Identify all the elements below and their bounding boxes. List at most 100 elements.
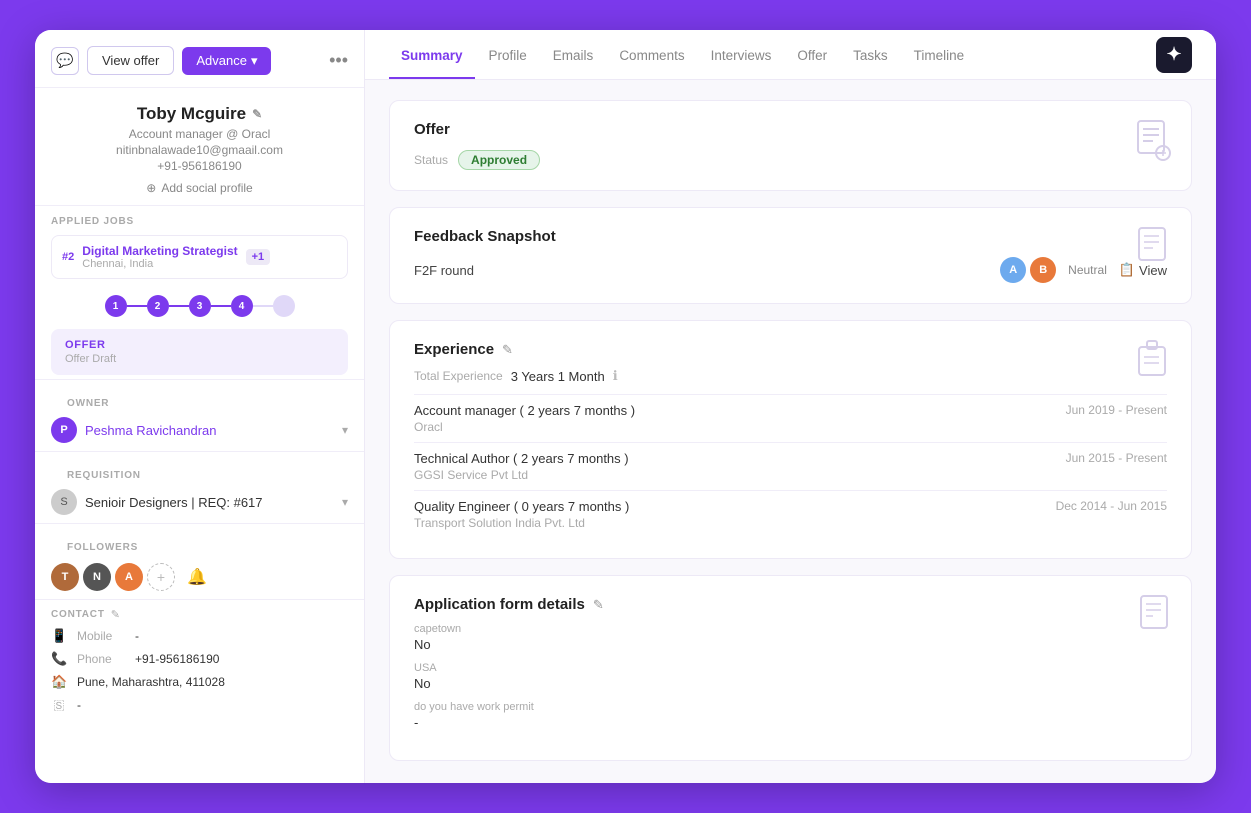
logo-area: ✦ bbox=[1156, 37, 1192, 73]
step-4: 4 bbox=[231, 295, 253, 317]
requisition-row[interactable]: S Senioir Designers | REQ: #617 ▾ bbox=[51, 489, 348, 515]
form-field-1: capetown No bbox=[414, 623, 1167, 652]
advance-button[interactable]: Advance ▾ bbox=[182, 47, 271, 75]
req-avatar: S bbox=[51, 489, 77, 515]
app-form-card-icon bbox=[1139, 594, 1173, 641]
more-button[interactable]: ••• bbox=[329, 50, 348, 71]
step-3: 3 bbox=[189, 295, 211, 317]
applied-jobs-label: APPLIED JOBS bbox=[35, 206, 364, 231]
step-line-2 bbox=[169, 305, 189, 307]
tab-offer[interactable]: Offer bbox=[785, 30, 839, 79]
feedback-avatar-2: B bbox=[1030, 257, 1056, 283]
exp-job-title-1: Account manager ( 2 years 7 months ) bbox=[414, 403, 635, 418]
step-line-4 bbox=[253, 305, 273, 307]
notification-bell-icon[interactable]: 🔔 bbox=[187, 567, 207, 587]
tab-profile[interactable]: Profile bbox=[477, 30, 539, 79]
view-offer-button[interactable]: View offer bbox=[87, 46, 174, 75]
feedback-round-label: F2F round bbox=[414, 263, 988, 278]
candidate-info: Toby Mcguire ✎ Account manager @ Oracl n… bbox=[35, 88, 364, 206]
step-5 bbox=[273, 295, 295, 317]
app-logo: ✦ bbox=[1156, 37, 1192, 73]
contact-edit-icon[interactable]: ✎ bbox=[111, 608, 120, 621]
followers-row: T N A + 🔔 bbox=[51, 563, 348, 591]
contact-label: CONTACT bbox=[51, 609, 105, 620]
exp-info-icon: ℹ bbox=[613, 368, 618, 384]
contact-mobile-value: - bbox=[135, 629, 139, 643]
offer-card-title: Offer bbox=[414, 121, 1167, 138]
mobile-icon: 📱 bbox=[51, 628, 67, 644]
candidate-title: Account manager @ Oracl bbox=[51, 127, 348, 141]
total-exp-label: Total Experience bbox=[414, 369, 503, 383]
form-field-label-3: do you have work permit bbox=[414, 701, 1167, 713]
status-badge: Approved bbox=[458, 150, 540, 170]
tab-timeline[interactable]: Timeline bbox=[902, 30, 977, 79]
advance-label: Advance bbox=[196, 53, 247, 68]
contact-mobile-label: Mobile bbox=[77, 629, 125, 643]
total-exp-value: 3 Years 1 Month bbox=[511, 369, 605, 384]
contact-phone-value: +91-956186190 bbox=[135, 652, 219, 666]
job-title: Digital Marketing Strategist bbox=[82, 244, 237, 258]
candidate-edit-icon[interactable]: ✎ bbox=[252, 107, 262, 121]
exp-entry-3-header: Quality Engineer ( 0 years 7 months ) De… bbox=[414, 499, 1167, 514]
add-social-icon: ⊕ bbox=[146, 181, 156, 195]
offer-badge-title: OFFER bbox=[65, 339, 334, 351]
contact-address-value: Pune, Maharashtra, 411028 bbox=[77, 675, 225, 689]
exp-entry-2: Technical Author ( 2 years 7 months ) Ju… bbox=[414, 442, 1167, 490]
follower-3: A bbox=[115, 563, 143, 591]
exp-company-1: Oracl bbox=[414, 420, 1167, 434]
progress-steps: 1 2 3 4 bbox=[35, 287, 364, 325]
form-field-label-1: capetown bbox=[414, 623, 1167, 635]
req-name: Senioir Designers | REQ: #617 bbox=[85, 495, 334, 510]
form-field-2: USA No bbox=[414, 662, 1167, 691]
add-social-profile[interactable]: ⊕ Add social profile bbox=[51, 181, 348, 195]
req-chevron-icon: ▾ bbox=[342, 495, 348, 509]
more-jobs-badge: +1 bbox=[246, 249, 271, 265]
left-panel: 💬 View offer Advance ▾ ••• Toby Mcguire … bbox=[35, 30, 365, 783]
total-exp-row: Total Experience 3 Years 1 Month ℹ bbox=[414, 368, 1167, 384]
exp-job-title-2: Technical Author ( 2 years 7 months ) bbox=[414, 451, 629, 466]
exp-entry-1: Account manager ( 2 years 7 months ) Jun… bbox=[414, 394, 1167, 442]
phone-icon: 📞 bbox=[51, 651, 67, 667]
owner-name: Peshma Ravichandran bbox=[85, 423, 334, 438]
tab-emails[interactable]: Emails bbox=[541, 30, 606, 79]
tab-summary[interactable]: Summary bbox=[389, 30, 475, 79]
owner-section: OWNER P Peshma Ravichandran ▾ bbox=[35, 379, 364, 451]
offer-card: Offer Status Approved bbox=[389, 100, 1192, 191]
applied-job-item[interactable]: #2 Digital Marketing Strategist Chennai,… bbox=[51, 235, 348, 279]
app-form-title-row: Application form details ✎ bbox=[414, 596, 1167, 613]
step-2: 2 bbox=[147, 295, 169, 317]
chat-icon[interactable]: 💬 bbox=[51, 47, 79, 75]
app-form-edit-icon[interactable]: ✎ bbox=[593, 597, 604, 613]
skype-icon: 🇸 bbox=[51, 697, 67, 713]
exp-header-row: Experience ✎ bbox=[414, 341, 1167, 358]
follower-2: N bbox=[83, 563, 111, 591]
owner-row[interactable]: P Peshma Ravichandran ▾ bbox=[51, 417, 348, 443]
exp-entry-2-header: Technical Author ( 2 years 7 months ) Ju… bbox=[414, 451, 1167, 466]
tab-comments[interactable]: Comments bbox=[607, 30, 696, 79]
contact-address-row: 🏠 Pune, Maharashtra, 411028 bbox=[51, 674, 348, 690]
feedback-card-icon bbox=[1137, 226, 1173, 273]
status-row: Status Approved bbox=[414, 150, 1167, 170]
feedback-avatar-1: A bbox=[1000, 257, 1026, 283]
right-panel: Summary Profile Emails Comments Intervie… bbox=[365, 30, 1216, 783]
exp-edit-icon[interactable]: ✎ bbox=[502, 342, 513, 358]
contact-phone-row: 📞 Phone +91-956186190 bbox=[51, 651, 348, 667]
form-field-value-3: - bbox=[414, 715, 1167, 730]
exp-company-3: Transport Solution India Pvt. Ltd bbox=[414, 516, 1167, 530]
offer-card-icon bbox=[1135, 119, 1173, 168]
tab-tasks[interactable]: Tasks bbox=[841, 30, 900, 79]
feedback-row: F2F round A B Neutral 📋 View bbox=[414, 257, 1167, 283]
add-follower-button[interactable]: + bbox=[147, 563, 175, 591]
application-form-card: Application form details ✎ capetown No U… bbox=[389, 575, 1192, 761]
exp-date-2: Jun 2015 - Present bbox=[1066, 451, 1167, 465]
form-field-value-2: No bbox=[414, 676, 1167, 691]
form-field-value-1: No bbox=[414, 637, 1167, 652]
candidate-name: Toby Mcguire ✎ bbox=[51, 104, 348, 124]
view-feedback-icon: 📋 bbox=[1119, 262, 1135, 278]
candidate-email: nitinbnalawade10@gmaail.com bbox=[51, 143, 348, 157]
left-panel-header: 💬 View offer Advance ▾ ••• bbox=[35, 30, 364, 88]
requisition-label: REQUISITION bbox=[51, 460, 348, 485]
content-area: Offer Status Approved bbox=[365, 80, 1216, 783]
tab-interviews[interactable]: Interviews bbox=[699, 30, 784, 79]
app-form-title: Application form details bbox=[414, 596, 585, 613]
